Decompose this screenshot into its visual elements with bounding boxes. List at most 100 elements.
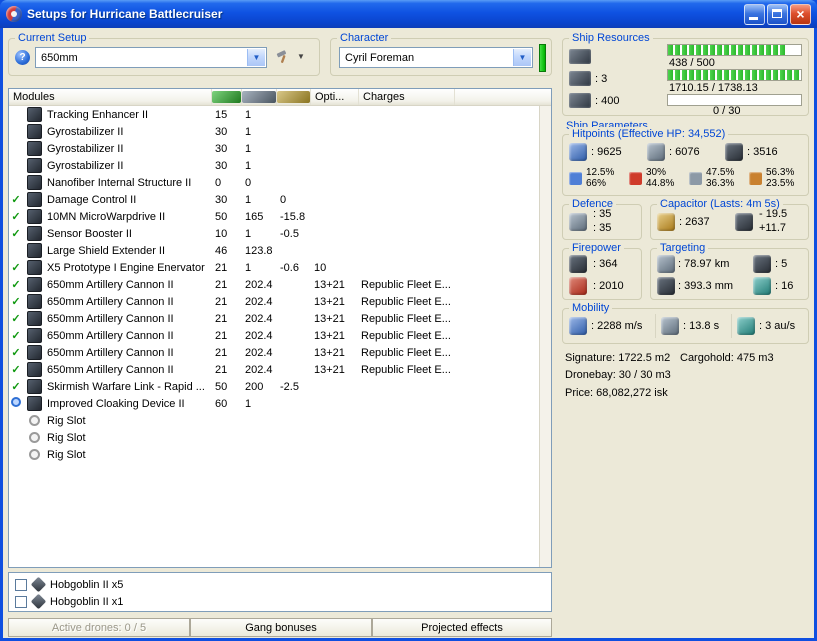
module-row[interactable]: Gyrostabilizer II 30 1 [9,140,539,157]
module-row[interactable]: 650mm Artillery Cannon II 21 202.4 13+21… [9,276,539,293]
resists-row: 12.5% 66% 30% 44.8% 47.5% 36.3% 56.3% 23… [563,166,808,192]
maximize-button[interactable] [767,3,788,25]
module-powergrid: 202.4 [245,312,273,325]
setup-combobox-arrow-icon[interactable]: ▼ [247,49,265,66]
armor-resist-value: 23.5% [766,178,795,189]
module-optimal: 13+21 [314,346,345,359]
module-active-indicator [9,210,23,223]
minimize-icon [749,16,758,20]
column-header-charges[interactable]: Charges [359,89,455,105]
shield-resist-value: 56.3% [766,167,795,178]
module-name: 10MN MicroWarpdrive II [47,210,166,223]
module-row[interactable]: 650mm Artillery Cannon II 21 202.4 13+21… [9,310,539,327]
module-cpu: 60 [215,397,228,410]
targeting-range-value: : 78.97 km [678,258,730,270]
rig-slot-icon [28,449,40,460]
app-window: Setups for Hurricane Battlecruiser × Cur… [0,0,817,641]
mobility-groupbox: Mobility : 2288 m/s : 13.8 s : 3 au/s [562,301,809,344]
firepower-label: Firepower [569,241,624,255]
module-name: Improved Cloaking Device II [47,397,185,410]
column-header-optimal[interactable]: Opti... [311,89,359,105]
module-row[interactable]: Sensor Booster II 10 1 -0.5 [9,225,539,242]
setup-tools-button[interactable] [272,47,294,67]
hitpoints-label: Hitpoints (Effective HP: 34,552) [569,127,729,141]
module-powergrid: 1 [245,159,252,172]
module-row[interactable]: Rig Slot [9,446,539,463]
module-cpu: 50 [215,380,228,393]
targeting-range-icon [657,255,675,273]
module-powergrid: 202.4 [245,278,273,291]
module-row[interactable]: Improved Cloaking Device II 60 1 [9,395,539,412]
max-velocity-icon [569,317,587,335]
artillery-cannon-icon [26,345,42,360]
sensor-strength-icon [753,277,771,295]
mobility-label: Mobility [569,301,613,315]
module-row[interactable]: Skirmish Warfare Link - Rapid ... 50 200… [9,378,539,395]
module-cpu: 21 [215,261,228,274]
drone-row[interactable]: Hobgoblin II x5 [9,576,551,593]
rig-slot-icon [28,432,40,443]
gang-bonuses-button[interactable]: Gang bonuses [190,618,372,637]
capacitor-drain: - 19.5 [759,208,788,220]
drone-row[interactable]: Hobgoblin II x1 [9,593,551,610]
projected-effects-button[interactable]: Projected effects [372,618,552,637]
column-header-filler [455,89,551,105]
close-icon: × [796,6,805,22]
column-header-capacitor[interactable] [277,89,311,105]
drone-checkbox[interactable] [15,595,27,608]
setup-tools-dropdown-icon[interactable]: ▼ [297,52,305,61]
module-cpu: 21 [215,312,228,325]
artillery-cannon-icon [26,277,42,292]
column-header-cpu[interactable] [212,89,242,105]
module-row[interactable]: Gyrostabilizer II 30 1 [9,157,539,174]
module-row[interactable]: Tracking Enhancer II 15 1 [9,106,539,123]
column-header-modules[interactable]: Modules [9,89,212,105]
minimize-button[interactable] [744,3,765,25]
module-optimal: 10 [314,261,327,274]
module-row[interactable]: 650mm Artillery Cannon II 21 202.4 13+21… [9,344,539,361]
mobility-separator [655,314,656,338]
volley-value: : 2010 [593,280,624,292]
module-optimal: 13+21 [314,312,345,325]
mobility-separator [731,314,732,338]
module-powergrid: 202.4 [245,363,273,376]
character-combobox-arrow-icon[interactable]: ▼ [513,49,531,66]
powergrid-icon [242,91,276,103]
module-row[interactable]: 650mm Artillery Cannon II 21 202.4 13+21… [9,293,539,310]
module-powergrid: 1 [245,108,252,121]
module-row[interactable]: Nanofiber Internal Structure II 0 0 [9,174,539,191]
titlebar[interactable]: Setups for Hurricane Battlecruiser × [0,0,817,28]
column-header-powergrid[interactable] [242,89,277,105]
drone-checkbox[interactable] [15,578,27,591]
module-powergrid: 1 [245,397,252,410]
active-drones-label: Active drones: 0 / 5 [8,618,190,637]
module-row[interactable]: Rig Slot [9,412,539,429]
module-row[interactable]: 10MN MicroWarpdrive II 50 165 -15.8 [9,208,539,225]
module-name: Gyrostabilizer II [47,142,124,155]
modules-scrollbar[interactable] [539,106,551,567]
dps-icon [569,255,587,273]
module-row[interactable]: 650mm Artillery Cannon II 21 202.4 13+21… [9,327,539,344]
module-row[interactable]: 650mm Artillery Cannon II 21 202.4 13+21… [9,361,539,378]
module-powergrid: 1 [245,261,252,274]
module-row[interactable]: X5 Prototype I Engine Enervator 21 1 -0.… [9,259,539,276]
upgrades-value: 0 / 30 [713,105,741,117]
module-active-indicator [9,193,23,206]
module-row[interactable]: Large Shield Extender II 46 123.8 [9,242,539,259]
module-row[interactable]: Damage Control II 30 1 0 [9,191,539,208]
module-row[interactable]: Gyrostabilizer II 30 1 [9,123,539,140]
module-name: Damage Control II [47,193,137,206]
price-stat: Price: 68,082,272 isk [565,387,668,399]
character-combobox[interactable]: Cyril Foreman ▼ [339,47,533,68]
module-active-indicator [9,363,23,376]
close-button[interactable]: × [790,3,811,25]
hull-hp-value: : 3516 [747,146,778,158]
module-row[interactable]: Rig Slot [9,429,539,446]
targeting-label: Targeting [657,241,709,255]
em-resist-icon [569,171,582,185]
help-icon[interactable]: ? [15,50,30,65]
module-powergrid: 123.8 [245,244,273,257]
powergrid-value: 1710.15 / 1738.13 [669,82,758,94]
module-charge: Republic Fleet E... [361,278,451,291]
setup-combobox[interactable]: 650mm ▼ [35,47,267,68]
